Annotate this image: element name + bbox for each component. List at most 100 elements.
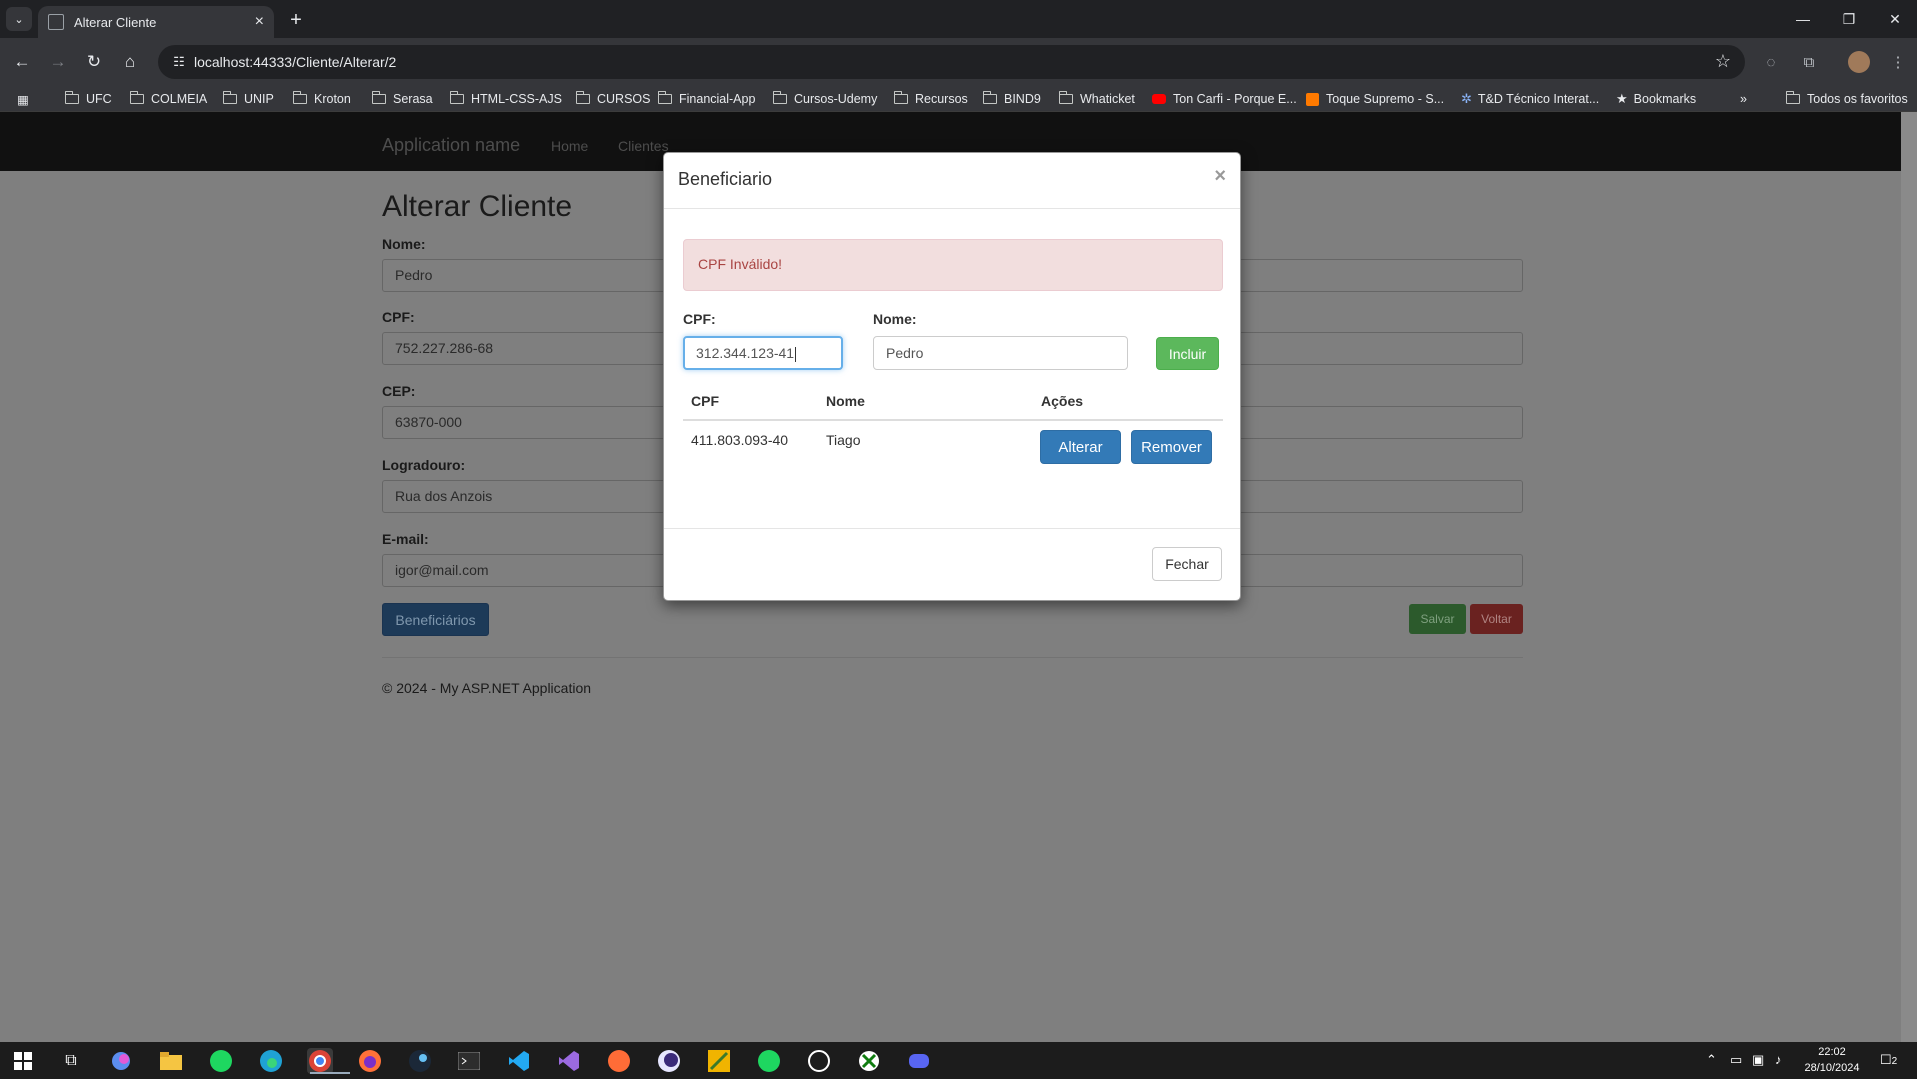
whatsapp-icon[interactable] [806, 1048, 832, 1074]
taskbar-clock[interactable]: 22:02 28/10/2024 [1794, 1044, 1870, 1076]
spotify-icon[interactable] [208, 1048, 234, 1074]
forward-icon[interactable]: → [44, 48, 72, 76]
notification-count: 2 [1891, 1056, 1898, 1067]
bookmark-bookmarks[interactable]: ★ Bookmarks [1616, 90, 1696, 108]
bookmark-ton-carfi[interactable]: Ton Carfi - Porque E... [1152, 90, 1297, 108]
alterar-button[interactable]: Alterar [1040, 430, 1121, 464]
bookmark-recursos[interactable]: Recursos [893, 90, 968, 108]
show-hidden-icons[interactable]: ⌃ [1706, 1052, 1717, 1068]
copilot-icon[interactable] [108, 1048, 134, 1074]
row-cpf: 411.803.093-40 [691, 432, 789, 448]
navbar-brand[interactable]: Application name [382, 135, 520, 156]
xbox-icon[interactable] [856, 1048, 882, 1074]
page-icon [48, 14, 64, 30]
restore-icon[interactable]: ❐ [1826, 0, 1872, 38]
browser-toolbar: ← → ↻ ⌂ ☷ localhost:44333/Cliente/Altera… [0, 38, 1917, 86]
url-text[interactable]: localhost:44333/Cliente/Alterar/2 [194, 54, 396, 70]
close-tab-icon[interactable]: × [255, 13, 264, 31]
folder-icon [1785, 91, 1800, 104]
modal-cpf-label: CPF: [683, 311, 716, 327]
folder-icon [292, 91, 307, 104]
minimize-icon[interactable]: — [1780, 0, 1826, 38]
remover-button[interactable]: Remover [1131, 430, 1212, 464]
back-icon[interactable]: ← [8, 48, 36, 76]
profile-avatar[interactable] [1848, 51, 1870, 73]
file-explorer-icon[interactable] [158, 1048, 184, 1074]
cpf-label: CPF: [382, 309, 415, 325]
bookmark-td-tecnico[interactable]: ✲ T&D Técnico Interat... [1461, 90, 1599, 108]
postman-icon[interactable] [606, 1048, 632, 1074]
bookmark-toque-supremo[interactable]: Toque Supremo - S... [1306, 90, 1444, 108]
bookmark-financial-app[interactable]: Financial-App [657, 90, 755, 108]
bookmark-star-icon[interactable]: ☆ [1715, 51, 1731, 72]
footer-divider [382, 657, 1523, 658]
steam-icon[interactable] [407, 1048, 433, 1074]
notifications-icon[interactable]: ☐2 [1880, 1052, 1897, 1068]
task-view-icon[interactable]: ⧉ [58, 1048, 84, 1074]
firefox-icon[interactable] [357, 1048, 383, 1074]
meet-icon[interactable]: ▭ [1730, 1052, 1742, 1068]
spotify-icon-2[interactable] [756, 1048, 782, 1074]
network-icon[interactable]: ▣ [1752, 1052, 1764, 1068]
beneficiarios-button[interactable]: Beneficiários [382, 603, 489, 636]
bookmarks-bar: ▦ UFC COLMEIA UNIP Kroton Serasa HTML-CS… [0, 86, 1917, 112]
page-footer: © 2024 - My ASP.NET Application [382, 680, 592, 696]
salvar-button[interactable]: Salvar [1409, 604, 1466, 634]
tab-search-icon[interactable]: ⌄ [6, 7, 32, 31]
vscode-icon[interactable] [506, 1048, 532, 1074]
page-scrollbar[interactable] [1901, 112, 1917, 1042]
windows-start-icon[interactable] [10, 1048, 36, 1074]
browser-tab[interactable]: Alterar Cliente × [38, 6, 274, 38]
page-title: Alterar Cliente [382, 190, 573, 223]
incluir-button[interactable]: Incluir [1156, 337, 1219, 370]
folder-icon [772, 91, 787, 104]
address-bar[interactable]: ☷ localhost:44333/Cliente/Alterar/2 ☆ [158, 45, 1745, 79]
new-tab-icon[interactable]: + [282, 6, 310, 34]
all-bookmarks[interactable]: Todos os favoritos [1785, 90, 1908, 108]
bookmark-whaticket[interactable]: Whaticket [1058, 90, 1135, 108]
folder-icon [371, 91, 386, 104]
chrome-icon[interactable] [307, 1048, 350, 1074]
volume-icon[interactable]: ♪ [1775, 1052, 1782, 1067]
bookmark-unip[interactable]: UNIP [222, 90, 274, 108]
bookmark-cursos[interactable]: CURSOS [575, 90, 650, 108]
folder-icon [64, 91, 79, 104]
error-alert: CPF Inválido! [683, 239, 1223, 291]
bookmark-cursos-udemy[interactable]: Cursos-Udemy [772, 90, 877, 108]
terminal-icon[interactable] [456, 1048, 482, 1074]
home-icon[interactable]: ⌂ [116, 48, 144, 76]
nav-link-clientes[interactable]: Clientes [618, 138, 669, 154]
bookmark-bind9[interactable]: BIND9 [982, 90, 1041, 108]
bookmarks-overflow-icon[interactable]: » [1740, 90, 1747, 108]
close-window-icon[interactable]: ✕ [1872, 0, 1917, 38]
modal-cpf-input[interactable]: 312.344.123-41 [683, 336, 843, 370]
voltar-button[interactable]: Voltar [1470, 604, 1523, 634]
cast-icon[interactable]: ◌ [1757, 48, 1785, 76]
visual-studio-icon[interactable] [556, 1048, 582, 1074]
table-header-cpf: CPF [691, 393, 719, 409]
extensions-icon[interactable]: ⧉ [1795, 48, 1823, 76]
bookmark-ufc[interactable]: UFC [64, 90, 112, 108]
bookmark-kroton[interactable]: Kroton [292, 90, 351, 108]
active-app-indicator [310, 1072, 350, 1074]
text-caret [795, 346, 797, 362]
modal-nome-label: Nome: [873, 311, 917, 327]
fechar-button[interactable]: Fechar [1152, 547, 1222, 581]
bookmark-colmeia[interactable]: COLMEIA [129, 90, 207, 108]
edge-icon[interactable] [258, 1048, 284, 1074]
discord-icon[interactable] [906, 1048, 932, 1074]
apps-icon[interactable]: ▦ [17, 90, 29, 108]
modal-nome-input[interactable]: Pedro [873, 336, 1128, 370]
sticky-app-icon[interactable] [706, 1048, 732, 1074]
row-nome: Tiago [826, 432, 861, 448]
bookmark-serasa[interactable]: Serasa [371, 90, 433, 108]
nav-link-home[interactable]: Home [551, 138, 588, 154]
bookmark-html-css-ajs[interactable]: HTML-CSS-AJS [449, 90, 562, 108]
menu-icon[interactable]: ⋮ [1884, 48, 1912, 76]
site-info-icon[interactable]: ☷ [170, 53, 188, 71]
eclipse-icon[interactable] [656, 1048, 682, 1074]
taskbar: ⧉ ⌃ ▭ ▣ ♪ 22:02 28/10/2024 ☐2 [0, 1042, 1917, 1079]
folder-icon [129, 91, 144, 104]
reload-icon[interactable]: ↻ [80, 48, 108, 76]
close-icon[interactable]: × [1214, 165, 1226, 188]
